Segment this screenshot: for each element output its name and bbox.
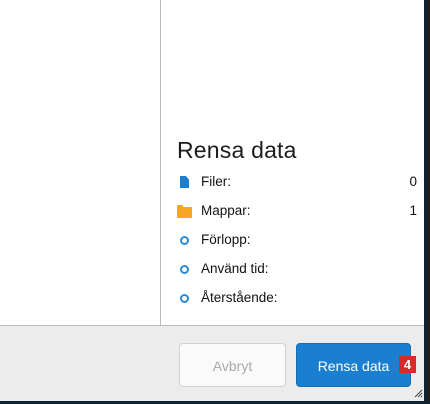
stat-label: Använd tid: bbox=[201, 261, 269, 276]
elapsed-circle-icon bbox=[180, 265, 189, 274]
left-pane bbox=[0, 0, 161, 325]
cancel-button[interactable]: Avbryt bbox=[179, 343, 286, 387]
clear-data-button[interactable]: Rensa data bbox=[296, 343, 411, 387]
remaining-circle-icon bbox=[180, 294, 189, 303]
stat-row-folders: Mappar: 1 bbox=[177, 202, 417, 222]
progress-circle-icon bbox=[180, 236, 189, 245]
section-title: Rensa data bbox=[177, 137, 297, 163]
folder-icon bbox=[177, 205, 192, 218]
clear-data-window: Rensa data Filer: 0 Mappar: 1 Förlopp: A… bbox=[0, 0, 426, 401]
stat-label: Filer: bbox=[201, 174, 231, 189]
stat-row-remaining: Återstående: bbox=[177, 289, 417, 309]
stat-row-progress: Förlopp: bbox=[177, 231, 417, 251]
stat-label: Förlopp: bbox=[201, 232, 251, 247]
stat-label: Återstående: bbox=[201, 290, 278, 305]
stat-row-elapsed: Använd tid: bbox=[177, 260, 417, 280]
resize-grip-icon[interactable] bbox=[413, 388, 423, 398]
file-icon bbox=[180, 176, 189, 188]
stat-value: 0 bbox=[409, 174, 417, 189]
step-badge: 4 bbox=[399, 356, 416, 373]
stat-value: 1 bbox=[409, 203, 417, 218]
stat-row-files: Filer: 0 bbox=[177, 173, 417, 193]
stat-label: Mappar: bbox=[201, 203, 251, 218]
